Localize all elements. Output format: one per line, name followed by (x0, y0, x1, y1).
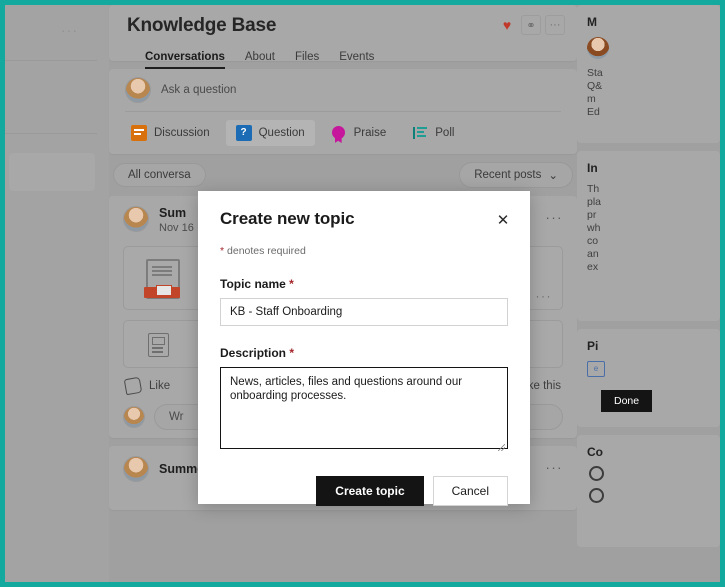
required-note: * denotes required (220, 245, 508, 257)
dialog-button-row: Create topic Cancel (220, 476, 508, 506)
screenshot-root: ··· Knowledge Base ♥ ⚭ ··· Conversations… (0, 0, 725, 587)
description-label-text: Description (220, 346, 287, 360)
topic-name-label: Topic name * (220, 277, 508, 291)
close-icon[interactable]: ✕ (492, 209, 514, 231)
topic-name-input[interactable] (220, 298, 508, 326)
dialog-title: Create new topic (220, 209, 355, 228)
topic-name-label-text: Topic name (220, 277, 286, 291)
description-textarea[interactable] (220, 367, 508, 449)
resize-handle-icon[interactable] (498, 444, 505, 451)
create-topic-button[interactable]: Create topic (316, 476, 424, 506)
create-topic-dialog: Create new topic ✕ * denotes required To… (198, 191, 530, 506)
required-asterisk: * (289, 277, 294, 291)
required-asterisk: * (289, 346, 295, 360)
cancel-button[interactable]: Cancel (432, 476, 508, 506)
required-note-text: denotes required (224, 245, 306, 257)
description-label: Description * (220, 346, 508, 360)
yammer-app: ··· Knowledge Base ♥ ⚭ ··· Conversations… (5, 5, 720, 582)
